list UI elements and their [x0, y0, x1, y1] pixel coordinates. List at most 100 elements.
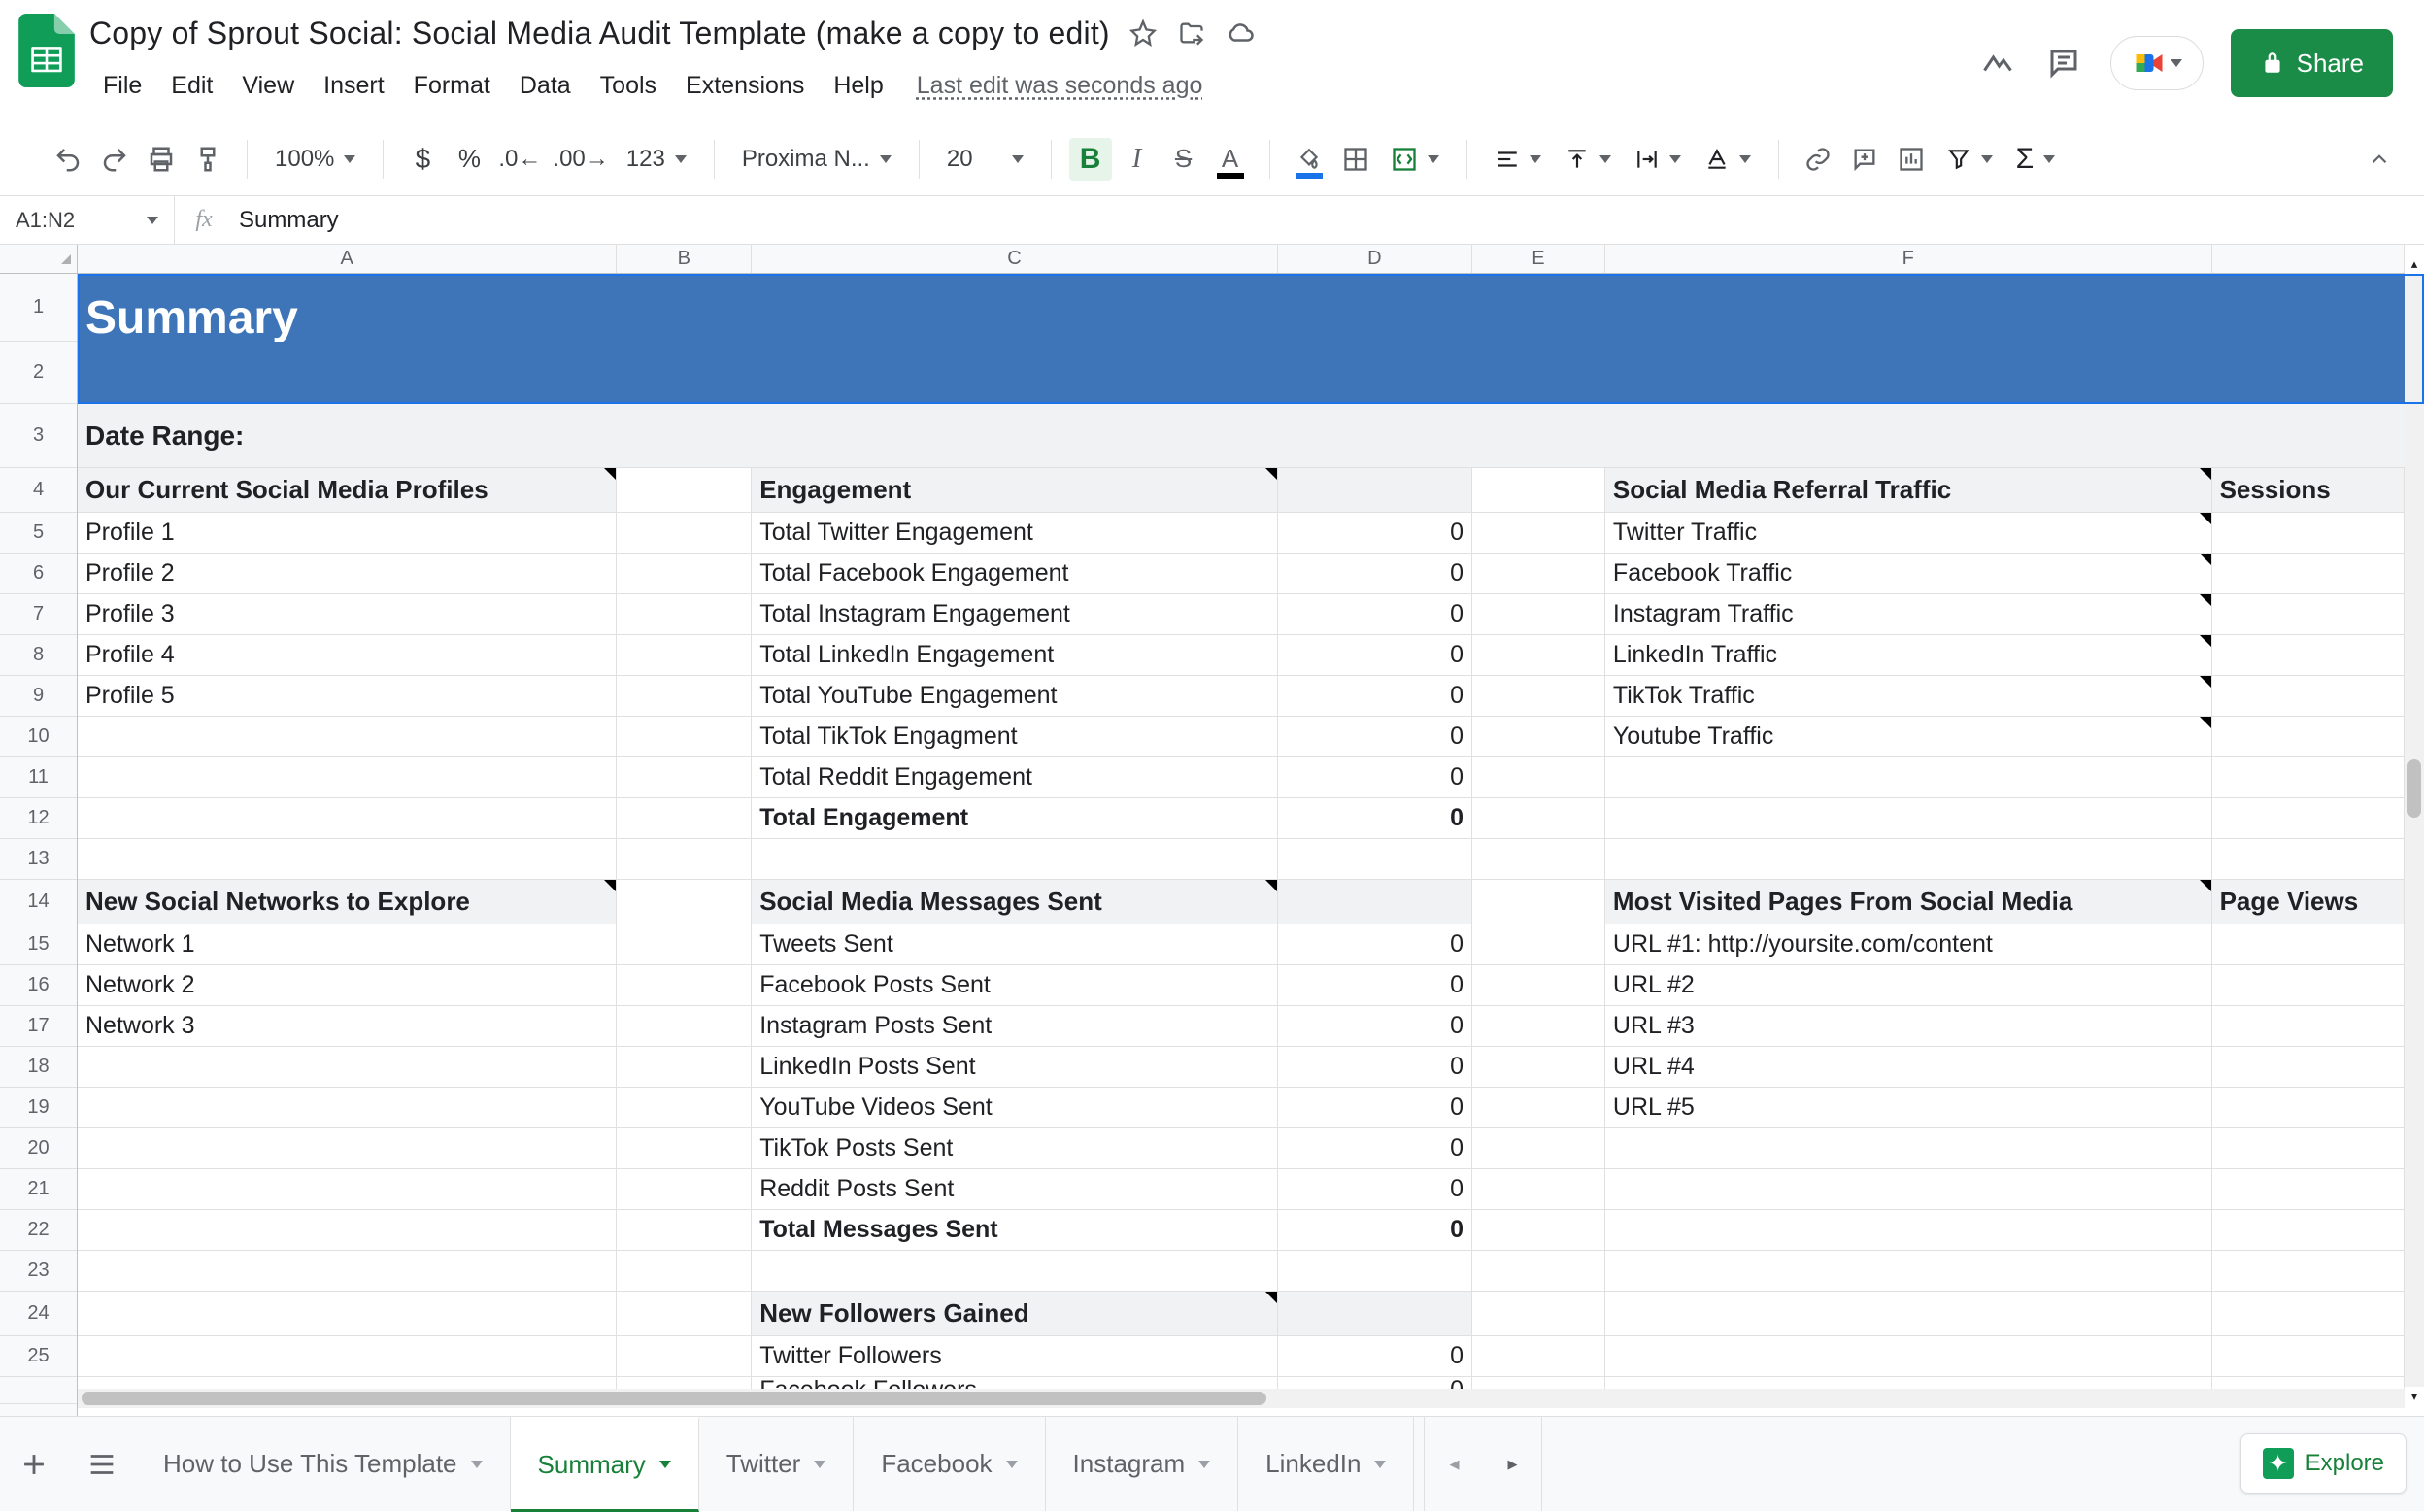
table-row[interactable]: Network 2Facebook Posts Sent0URL #2: [78, 965, 2405, 1006]
font-size-dropdown[interactable]: 20: [937, 146, 1033, 173]
row-header[interactable]: 1: [0, 274, 77, 342]
table-row[interactable]: TikTok Posts Sent0: [78, 1128, 2405, 1169]
row-header[interactable]: 17: [0, 1006, 77, 1047]
scroll-down-icon[interactable]: ▾: [2405, 1387, 2424, 1406]
collapse-toolbar-button[interactable]: [2358, 138, 2401, 181]
chevron-down-icon[interactable]: [814, 1461, 825, 1468]
sheet-tab[interactable]: Summary: [511, 1417, 699, 1512]
cell[interactable]: Youtube Traffic: [1605, 717, 2212, 756]
cell[interactable]: [1278, 839, 1472, 879]
font-family-dropdown[interactable]: Proxima N...: [732, 146, 901, 173]
document-title[interactable]: Copy of Sprout Social: Social Media Audi…: [89, 16, 1110, 51]
cell[interactable]: 0: [1278, 1006, 1472, 1046]
functions-button[interactable]: Σ: [2006, 143, 2066, 176]
cell[interactable]: [2212, 1047, 2405, 1087]
insert-link-button[interactable]: [1797, 138, 1839, 181]
table-row[interactable]: Reddit Posts Sent0: [78, 1169, 2405, 1210]
menu-file[interactable]: File: [89, 66, 155, 106]
number-format-dropdown[interactable]: 123: [617, 146, 696, 173]
row-header[interactable]: 12: [0, 798, 77, 839]
cell[interactable]: [78, 1210, 617, 1250]
print-button[interactable]: [140, 138, 183, 181]
bold-button[interactable]: B: [1069, 138, 1112, 181]
filter-button[interactable]: [1936, 147, 2003, 172]
cell[interactable]: [1472, 468, 1605, 512]
cell[interactable]: Profile 2: [78, 554, 617, 593]
cell[interactable]: 0: [1278, 1210, 1472, 1250]
cell[interactable]: [78, 1169, 617, 1209]
cell[interactable]: Total Messages Sent: [752, 1210, 1277, 1250]
cell[interactable]: [78, 717, 617, 756]
cell[interactable]: [1472, 1169, 1605, 1209]
cell[interactable]: [1472, 1292, 1605, 1335]
cell[interactable]: [1472, 676, 1605, 716]
cloud-status-icon[interactable]: [1225, 17, 1256, 49]
cell[interactable]: [1605, 1210, 2212, 1250]
cell[interactable]: [1605, 757, 2212, 797]
cell[interactable]: [2212, 513, 2405, 553]
cell[interactable]: [78, 1292, 617, 1335]
cell[interactable]: [1472, 1251, 1605, 1291]
row-header[interactable]: 25: [0, 1336, 77, 1377]
horizontal-align-button[interactable]: [1485, 147, 1551, 172]
zoom-dropdown[interactable]: 100%: [265, 146, 365, 173]
cell[interactable]: Network 1: [78, 924, 617, 964]
cell[interactable]: [1472, 965, 1605, 1005]
cell[interactable]: Profile 3: [78, 594, 617, 634]
table-row[interactable]: Profile 4Total LinkedIn Engagement0Linke…: [78, 635, 2405, 676]
table-row[interactable]: Profile 1Total Twitter Engagement0Twitte…: [78, 513, 2405, 554]
table-row[interactable]: Profile 3Total Instagram Engagement0Inst…: [78, 594, 2405, 635]
cell[interactable]: [2212, 1210, 2405, 1250]
cell[interactable]: Total YouTube Engagement: [752, 676, 1277, 716]
cell[interactable]: [1472, 594, 1605, 634]
sheet-tab[interactable]: How to Use This Template: [136, 1417, 511, 1511]
cell[interactable]: [1605, 839, 2212, 879]
menu-help[interactable]: Help: [820, 66, 896, 106]
cell[interactable]: 0: [1278, 513, 1472, 553]
cell[interactable]: Profile 1: [78, 513, 617, 553]
table-row[interactable]: Twitter Followers0: [78, 1336, 2405, 1377]
text-color-button[interactable]: A: [1209, 138, 1252, 181]
cell[interactable]: [2212, 1006, 2405, 1046]
cell[interactable]: [1605, 1251, 2212, 1291]
column-header[interactable]: B: [617, 245, 752, 273]
move-folder-icon[interactable]: [1176, 17, 1207, 49]
vertical-scrollbar[interactable]: ▴ ▾: [2405, 274, 2424, 1387]
explore-button[interactable]: ✦ Explore: [2240, 1433, 2407, 1494]
cell[interactable]: [1472, 880, 1605, 924]
table-row[interactable]: Profile 5Total YouTube Engagement0TikTok…: [78, 676, 2405, 717]
cell[interactable]: [2212, 798, 2405, 838]
cell[interactable]: [617, 1210, 752, 1250]
cell[interactable]: [1605, 1292, 2212, 1335]
cell[interactable]: [2212, 757, 2405, 797]
redo-button[interactable]: [93, 138, 136, 181]
scroll-thumb[interactable]: [82, 1392, 1266, 1405]
cell[interactable]: [2212, 924, 2405, 964]
cell[interactable]: 0: [1278, 676, 1472, 716]
cell[interactable]: Network 3: [78, 1006, 617, 1046]
cell[interactable]: [1472, 1047, 1605, 1087]
cell[interactable]: Facebook Posts Sent: [752, 965, 1277, 1005]
cell[interactable]: [78, 1251, 617, 1291]
menu-tools[interactable]: Tools: [587, 66, 670, 106]
chevron-down-icon[interactable]: [1374, 1461, 1386, 1468]
cell[interactable]: Total TikTok Engagment: [752, 717, 1277, 756]
cell[interactable]: 0: [1278, 1047, 1472, 1087]
cell[interactable]: URL #1: http://yoursite.com/content: [1605, 924, 2212, 964]
table-row[interactable]: Summary: [78, 274, 2405, 342]
cell[interactable]: Page Views: [2212, 880, 2405, 924]
row-header[interactable]: 18: [0, 1047, 77, 1088]
cell[interactable]: [78, 757, 617, 797]
cell[interactable]: [2212, 1336, 2405, 1376]
cell[interactable]: Tweets Sent: [752, 924, 1277, 964]
cell[interactable]: Total Twitter Engagement: [752, 513, 1277, 553]
table-row[interactable]: Network 1Tweets Sent0URL #1: http://your…: [78, 924, 2405, 965]
menu-format[interactable]: Format: [400, 66, 504, 106]
select-all-corner[interactable]: [0, 245, 78, 274]
column-header[interactable]: C: [752, 245, 1277, 273]
cell[interactable]: New Social Networks to Explore: [78, 880, 617, 924]
cell[interactable]: URL #5: [1605, 1088, 2212, 1127]
table-row[interactable]: New Social Networks to ExploreSocial Med…: [78, 880, 2405, 924]
row-header[interactable]: 21: [0, 1169, 77, 1210]
cell[interactable]: Twitter Followers: [752, 1336, 1277, 1376]
